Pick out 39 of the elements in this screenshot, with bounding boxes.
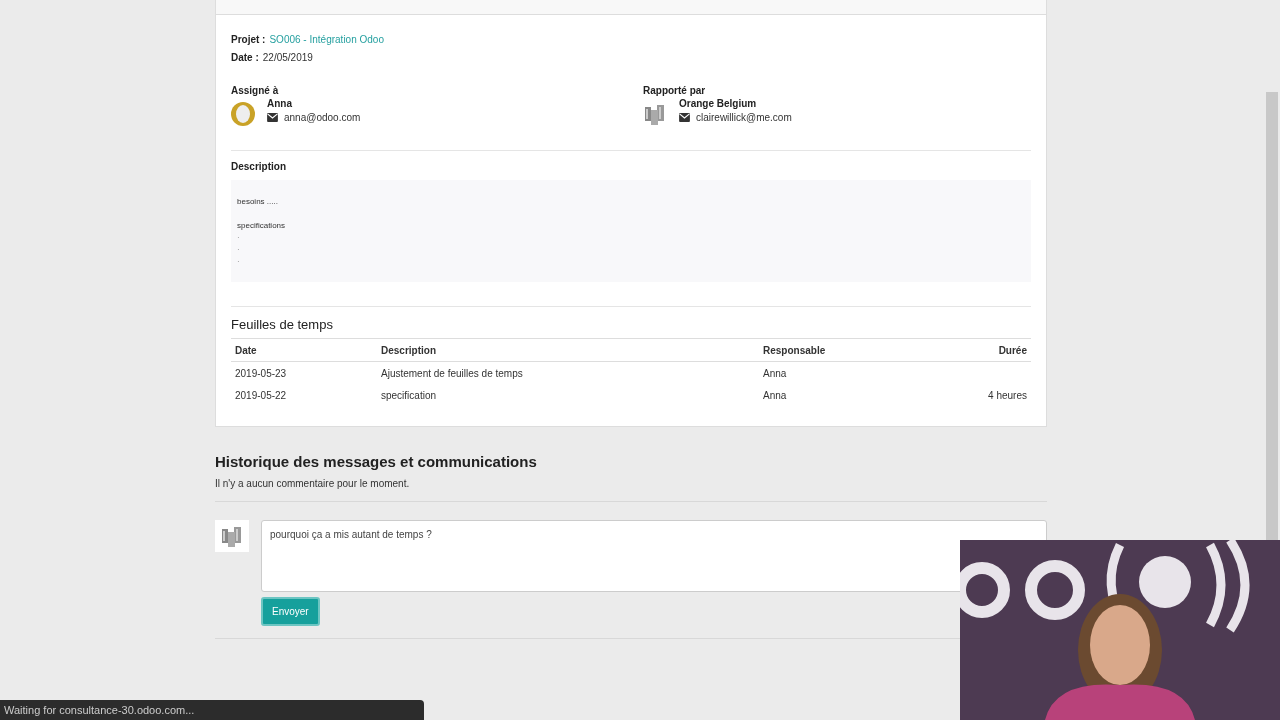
person-name: Anna (267, 98, 293, 109)
table-cell-text: 4 heures (987, 388, 1028, 403)
description-text: · (237, 244, 241, 256)
building-icon (643, 102, 667, 126)
column-header: Durée (922, 338, 1031, 362)
person-name: Orange Belgium (679, 98, 758, 109)
table-cell: Anna (759, 361, 923, 384)
envelope-icon (679, 113, 690, 122)
building-icon (215, 520, 249, 552)
field-label: Date : (231, 52, 259, 63)
empty-message: Il n'y a aucun commentaire pour le moment. (215, 478, 411, 489)
description-text: specifications (237, 220, 287, 232)
field-label: Projet : (231, 34, 266, 45)
project-link[interactable]: SO006 - Intégration Odoo (269, 34, 384, 45)
table-cell-text: Anna (762, 388, 788, 403)
email-address: anna@odoo.com (284, 112, 361, 123)
envelope-icon (267, 113, 278, 122)
table-cell: Ajustement de feuilles de temps (377, 361, 759, 384)
section-heading: Historique des messages et communications (215, 453, 538, 470)
field-label: Rapporté par (643, 85, 707, 96)
message-field[interactable]: pourquoi ça a mis autant de temps ? (261, 520, 1047, 592)
table-cell-text: 2019-05-22 (234, 388, 288, 403)
table-cell-text: specification (380, 388, 438, 403)
email-address: clairewillick@me.com (696, 112, 792, 123)
send-button[interactable]: Envoyer (261, 597, 320, 626)
description-text: · (237, 232, 241, 244)
column-header: Responsable (759, 338, 923, 362)
date-value: 22/05/2019 (262, 52, 313, 63)
avatar-icon (231, 102, 255, 126)
description-text: besoins ..... (237, 196, 279, 208)
column-header: Description (377, 338, 759, 362)
column-header: Date (231, 338, 377, 362)
section-title: Feuilles de temps (231, 317, 334, 332)
description-text: · (237, 256, 241, 268)
section-title: Description (231, 161, 287, 172)
scrollbar[interactable] (1266, 92, 1278, 540)
field-label: Assigné à (231, 85, 280, 96)
table-cell: 2019-05-23 (231, 361, 377, 384)
status-text: Waiting for consultance-30.odoo.com... (0, 700, 424, 720)
